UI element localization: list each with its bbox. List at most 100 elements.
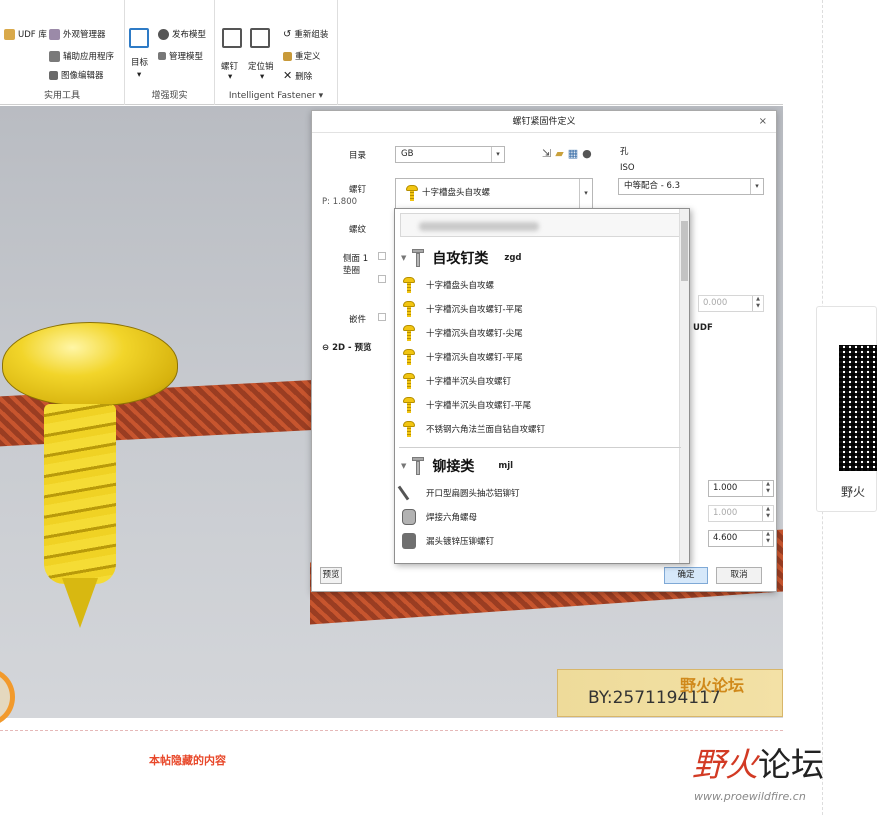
list-item[interactable]: 十字槽沉头自攻螺钉-平尾 — [395, 345, 679, 369]
appearance-manager-button[interactable]: 外观管理器 — [49, 28, 106, 40]
thread-label: 螺纹 — [349, 225, 367, 235]
list-item[interactable]: 十字槽半沉头自攻螺钉 — [395, 369, 679, 393]
ribbon-toolbar: UDF 库 外观管理器 辅助应用程序 图像编辑器 实用工具 目标 ▾ 发布模型 — [0, 0, 783, 105]
watermark-brand: 野火论坛 — [680, 676, 745, 695]
screw-icon — [402, 397, 416, 413]
fastener-caption[interactable]: Intelligent Fastener ▾ — [215, 91, 337, 101]
screw-tool-icon — [222, 28, 242, 48]
cancel-button[interactable]: 取消 — [716, 567, 762, 584]
manage-model-button[interactable]: 管理模型 — [158, 50, 203, 62]
side1-checkbox[interactable] — [378, 252, 386, 260]
spinner-arrows-icon: ▲ ▼ — [762, 506, 773, 521]
redefine-button[interactable]: 重定义 — [283, 50, 321, 62]
spinner-arrows-icon: ▲ ▼ — [762, 481, 773, 496]
list-item[interactable]: 不锈钢六角法兰面自钻自攻螺钉 — [395, 417, 679, 441]
scrollbar-thumb[interactable] — [681, 221, 688, 281]
watermark-banner: BY:2571194117 野火论坛 — [557, 669, 783, 717]
ar-caption: 增强现实 — [151, 91, 188, 101]
cursor-icon[interactable]: ⇲ — [542, 147, 555, 160]
udf-label: UDF — [693, 323, 713, 333]
press-rivet-icon — [402, 533, 416, 549]
delete-x-icon: ✕ — [283, 69, 293, 82]
chevron-down-icon: ▾ — [750, 179, 763, 194]
hole-icon[interactable]: ● — [582, 147, 596, 160]
list-item[interactable]: 十字槽沉头自攻螺钉-尖尾 — [395, 321, 679, 345]
dropdown-scrollbar[interactable] — [679, 209, 689, 563]
screw-label: 螺钉 — [349, 185, 367, 195]
list-item[interactable]: 十字槽半沉头自攻螺钉-平尾 — [395, 393, 679, 417]
list-item[interactable]: 焊接六角螺母 — [395, 505, 679, 529]
insert-label: 嵌件 — [349, 315, 367, 325]
spinner-arrows-icon: ▲ ▼ — [752, 296, 763, 311]
screw-button[interactable]: 螺钉 — [221, 60, 238, 72]
target-icon — [129, 28, 149, 48]
reassemble-button[interactable]: ↺ 重新组装 — [283, 28, 328, 41]
save-icon[interactable]: ▦ — [568, 147, 582, 160]
site-logo[interactable]: 野火论坛 www.proewildfire.cn — [692, 738, 862, 808]
screw-model-head[interactable] — [2, 322, 178, 406]
dowel-dropdown-arrow[interactable]: ▾ — [260, 72, 264, 82]
washer-checkbox[interactable] — [378, 275, 386, 283]
qr-code-image — [839, 345, 877, 471]
washer-label: 垫圈 — [343, 266, 361, 276]
category-riveting[interactable]: ▼ 铆接类 mjl — [395, 453, 679, 479]
highlight-circle — [0, 668, 15, 726]
screw-dropdown-arrow[interactable]: ▾ — [228, 72, 232, 82]
side1-label: 侧面 1 — [343, 254, 369, 264]
depth-spinner[interactable]: 1.000 ▲ ▼ — [708, 505, 774, 522]
preview-2d-toggle[interactable]: ⊖ 2D - 预览 — [322, 341, 372, 353]
screw-icon — [402, 277, 416, 293]
screw-model-tip — [62, 578, 98, 628]
group-intelligent-fastener: 螺钉 ▾ 定位销 ▾ ↺ 重新组装 重定义 ✕ 删除 Intelligent F… — [215, 0, 338, 105]
dowel-button[interactable]: 定位销 — [248, 60, 274, 72]
udf-library-button[interactable]: UDF 库 — [4, 28, 47, 40]
expand-triangle-icon[interactable]: ▼ — [401, 254, 406, 262]
image-editor-button[interactable]: 图像编辑器 — [49, 69, 104, 81]
offset-spinner[interactable]: 0.000 ▲ ▼ — [698, 295, 764, 312]
udf-icon — [4, 28, 15, 40]
utilities-caption: 实用工具 — [43, 91, 80, 101]
rivet-icon — [397, 485, 410, 501]
delete-button[interactable]: ✕ 删除 — [283, 69, 312, 82]
target-dropdown-arrow[interactable]: ▾ — [137, 70, 141, 80]
fit-select[interactable]: 中等配合 - 6.3 ▾ — [618, 178, 764, 195]
screw-type-dropdown: ▼ 自攻钉类 zgd 十字槽盘头自攻螺 十字槽沉头自攻螺钉-平尾 十字槽沉头自攻… — [394, 208, 690, 564]
list-item[interactable]: 开口型扁圆头抽芯铝铆钉 — [395, 481, 679, 505]
dialog-titlebar: 螺钉紧固件定义 × — [312, 111, 776, 133]
aux-app-icon — [49, 50, 60, 62]
hidden-content-notice: 本帖隐藏的内容 — [149, 754, 226, 767]
chevron-down-icon: ▾ — [579, 179, 592, 208]
catalog-select[interactable]: GB ▾ — [395, 146, 505, 163]
logo-text: 野火论坛 — [692, 745, 824, 784]
screw-type-select[interactable]: 十字槽盘头自攻螺 ▾ — [395, 178, 593, 209]
expand-triangle-icon[interactable]: ▼ — [401, 462, 406, 470]
appearance-icon — [49, 28, 60, 40]
list-item[interactable]: 十字槽盘头自攻螺 — [395, 273, 679, 297]
diameter-spinner[interactable]: 4.600 ▲ ▼ — [708, 530, 774, 547]
hole-label: 孔 — [620, 147, 629, 157]
screw-model-shank[interactable] — [44, 404, 116, 584]
dialog-close-button[interactable]: × — [759, 111, 767, 133]
ok-button[interactable]: 确定 — [664, 567, 708, 584]
list-item[interactable]: 漏头镀锌压铆螺钉 — [395, 529, 679, 553]
pencil-icon — [49, 70, 58, 80]
screw-type-icon — [405, 185, 419, 201]
aux-application-button[interactable]: 辅助应用程序 — [49, 50, 114, 62]
category-self-tapping[interactable]: ▼ 自攻钉类 zgd — [395, 245, 679, 271]
length-spinner[interactable]: 1.000 ▲ ▼ — [708, 480, 774, 497]
publish-model-button[interactable]: 发布模型 — [158, 28, 206, 40]
insert-checkbox[interactable] — [378, 313, 386, 321]
screw-icon — [402, 301, 416, 317]
toolbar-icons: ⇲▰▦● — [542, 147, 596, 160]
chevron-down-icon: ▾ — [491, 147, 504, 162]
target-button[interactable]: 目标 — [131, 56, 148, 68]
qr-code-card: 野火 — [816, 306, 877, 512]
dropdown-search-input[interactable] — [400, 213, 682, 237]
list-item[interactable]: 十字槽沉头自攻螺钉-平尾 — [395, 297, 679, 321]
redefine-icon — [283, 51, 292, 61]
share-icon — [158, 52, 166, 60]
collapse-icon: ⊖ — [322, 343, 330, 353]
preview-button[interactable]: 预览 — [320, 567, 342, 584]
logo-url: www.proewildfire.cn — [694, 790, 806, 803]
open-folder-icon[interactable]: ▰ — [555, 147, 567, 160]
